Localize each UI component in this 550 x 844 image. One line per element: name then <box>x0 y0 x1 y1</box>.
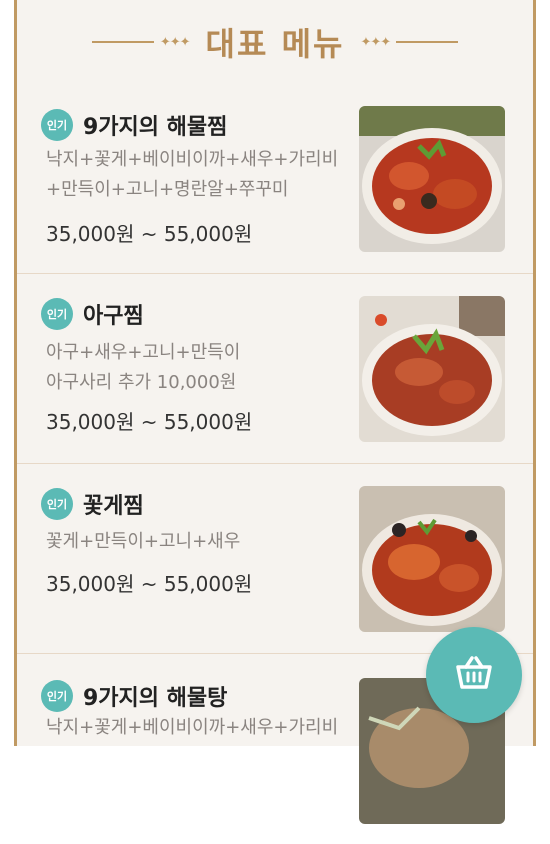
description-line: 아구사리 추가 10,000원 <box>46 372 237 393</box>
description-line: 꽃게+만득이+고니+새우 <box>46 531 241 552</box>
description-line: 아구+새우+고니+만득이 <box>46 342 241 363</box>
cart-button[interactable] <box>426 627 522 723</box>
menu-item[interactable]: 인기 9가지의 해물찜 낙지+꽃게+베이비이까+새우+가리비 +만득이+고니+명… <box>17 84 533 274</box>
menu-item-name: 9가지의 해물찜 <box>83 115 228 140</box>
menu-item-description: 아구+새우+고니+만득이 아구사리 추가 10,000원 <box>46 338 346 398</box>
menu-item-photo[interactable] <box>359 296 505 442</box>
menu-item-price: 35,000원 ~ 55,000원 <box>46 222 253 246</box>
popular-badge: 인기 <box>41 680 73 712</box>
menu-item[interactable]: 인기 아구찜 아구+새우+고니+만득이 아구사리 추가 10,000원 35,0… <box>17 274 533 464</box>
menu-item-price: 35,000원 ~ 55,000원 <box>46 572 253 596</box>
menu-item-photo[interactable] <box>359 106 505 252</box>
shopping-basket-icon <box>454 655 494 695</box>
menu-item-description: 낙지+꽃게+베이비이까+새우+가리비 <box>46 713 346 743</box>
section-title: 대표 메뉴 <box>205 25 345 63</box>
divider-left <box>91 41 154 43</box>
menu-item-name: 9가지의 해물탕 <box>83 686 228 711</box>
popular-badge: 인기 <box>41 109 73 141</box>
menu-item-description: 꽃게+만득이+고니+새우 <box>46 527 346 557</box>
description-line: 낙지+꽃게+베이비이까+새우+가리비 <box>46 149 339 170</box>
menu-item-photo[interactable] <box>359 486 505 632</box>
popular-badge: 인기 <box>41 298 73 330</box>
description-line: 낙지+꽃게+베이비이까+새우+가리비 <box>46 717 339 738</box>
menu-item-price: 35,000원 ~ 55,000원 <box>46 410 253 434</box>
divider-right <box>396 41 459 43</box>
menu-item[interactable]: 인기 꽃게찜 꽃게+만득이+고니+새우 35,000원 ~ 55,000원 <box>17 464 533 654</box>
section-header: ✦✦✦ 대표 메뉴 ✦✦✦ <box>17 0 533 84</box>
menu-item-name: 꽃게찜 <box>83 494 144 519</box>
description-line: +만득이+고니+명란알+쭈꾸미 <box>46 179 289 200</box>
popular-badge: 인기 <box>41 488 73 520</box>
menu-item-name: 아구찜 <box>83 304 144 329</box>
diamond-deco-right: ✦✦✦ <box>360 34 391 50</box>
menu-item-description: 낙지+꽃게+베이비이까+새우+가리비 +만득이+고니+명란알+쭈꾸미 <box>46 145 346 205</box>
diamond-deco-left: ✦✦✦ <box>159 34 191 50</box>
